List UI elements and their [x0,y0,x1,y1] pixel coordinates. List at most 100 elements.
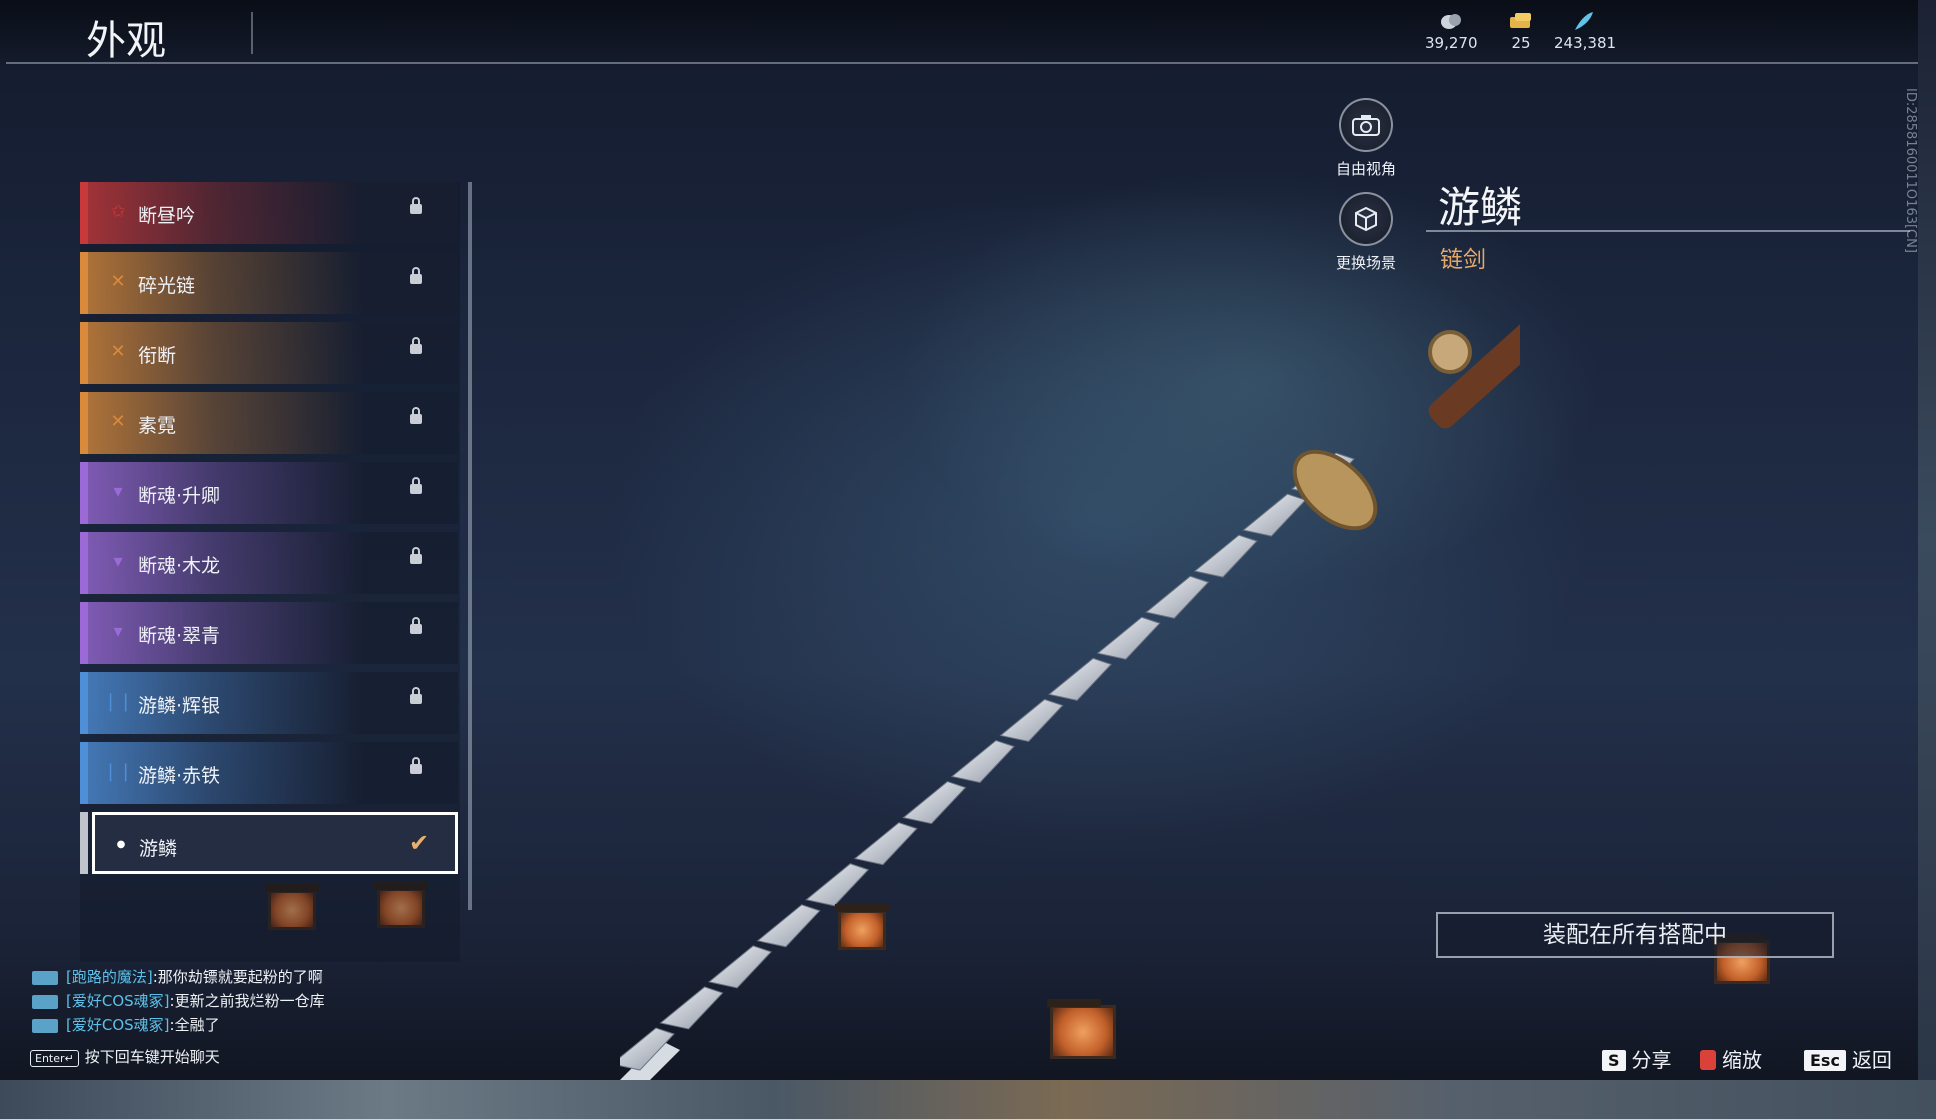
check-icon: ✔ [409,829,430,857]
zoom-hint[interactable]: 缩放 [1700,1044,1762,1073]
lock-icon [410,687,422,704]
blade-segment [999,698,1064,742]
rarity-icon: ✕ [110,270,126,292]
feather-icon [1575,12,1593,30]
skin-list: ✩ 断昼吟 ✕ 碎光链 ✕ 衔断 ✕ 素霓 ▾ 断魂·升卿 ▾ 断魂·木龙 ▾ 断魂·翠青 ❘❘ 游鳞·辉银 ❘… [80,182,472,962]
blade-segment [853,822,918,866]
back-hint[interactable]: Esc 返回 [1804,1044,1892,1073]
chat-enter-text: 按下回车键开始聊天 [84,1048,220,1066]
blade-segment [950,739,1015,784]
change-scene-button[interactable]: 更换场景 [1311,192,1421,273]
skin-label: 游鳞·赤铁 [138,765,221,787]
skin-list-item[interactable]: ✕ 素霓 [80,392,458,454]
chat-message: [爱好COS魂冢]:全融了 [32,1014,220,1035]
chat-text: :全融了 [169,1016,220,1034]
skin-label: 衔断 [138,345,177,367]
skin-label: 素霓 [138,415,177,437]
blade-segment [1096,616,1161,660]
share-key: S [1602,1050,1626,1071]
rarity-icon: ✩ [110,200,126,222]
skin-list-item[interactable]: ▾ 断魂·木龙 [80,532,458,594]
skin-list-item[interactable]: ▾ 断魂·升卿 [80,462,458,524]
skin-list-item[interactable]: ✕ 衔断 [80,322,458,384]
currency-coins: 39,270 [1425,10,1478,52]
skin-label: 游鳞 [139,838,178,860]
top-bar [0,0,1936,66]
rarity-icon: ❘❘ [102,760,134,782]
lock-icon [410,547,422,564]
camera-icon [1352,115,1380,136]
chat-message: [爱好COS魂冢]:更新之前我烂粉一仓库 [32,990,325,1011]
chain-sword-image [620,313,1520,1090]
blade-segment [1145,575,1210,619]
currency-feathers-value: 243,381 [1554,34,1617,52]
rarity-bar [80,182,88,244]
equip-all-button[interactable]: 装配在所有搭配中 [1436,912,1834,958]
skin-list-item[interactable]: ✩ 断昼吟 [80,182,458,244]
skin-label: 游鳞·辉银 [138,695,221,717]
rarity-icon: ✕ [110,410,126,432]
header-divider [6,62,1918,64]
skin-list-scrollbar[interactable] [468,182,472,910]
blade-segment [902,781,967,825]
zoom-label: 缩放 [1722,1048,1762,1072]
blade-segment [1048,657,1113,701]
blade-segment [708,945,773,989]
blade-segment [1193,534,1258,578]
rarity-bar [80,672,88,734]
chat-channel-icon [32,970,58,985]
rarity-icon: ● [116,838,126,850]
lock-icon [410,407,422,424]
mouse-icon [1700,1050,1716,1070]
esc-key: Esc [1804,1050,1846,1071]
chat-enter-hint[interactable]: Enter↵ 按下回车键开始聊天 [30,1046,220,1067]
enter-key-badge: Enter↵ [30,1050,79,1067]
free-view-button[interactable]: 自由视角 [1311,98,1421,179]
lock-icon [410,267,422,284]
skin-label: 断昼吟 [138,205,196,227]
lock-icon [410,337,422,354]
rarity-bar [80,252,88,314]
chat-user[interactable]: [爱好COS魂冢] [66,992,170,1010]
currency-feathers: 243,381 [1554,10,1617,52]
chat-channel-icon [32,1018,58,1033]
skin-list-item[interactable]: ❘❘ 游鳞·赤铁 [80,742,458,804]
rarity-icon: ▾ [113,620,123,642]
scene-background-strip [0,1080,1936,1119]
blade-segment [1242,493,1307,537]
rarity-bar [80,602,88,664]
blade-segment [805,863,870,907]
skin-list-item[interactable]: ❘❘ 游鳞·辉银 [80,672,458,734]
rarity-icon: ✕ [110,340,126,362]
free-view-label: 自由视角 [1335,160,1396,178]
lock-icon [410,757,422,774]
currency-tickets: 25 [1508,10,1534,52]
share-hint[interactable]: S 分享 [1602,1044,1672,1073]
scene-cube-icon [1355,206,1377,232]
rarity-icon: ❘❘ [102,690,134,712]
lock-icon [410,617,422,634]
blade-segment [659,986,724,1030]
skin-label: 断魂·升卿 [138,485,221,507]
rarity-bar [80,322,88,384]
blade-segment [756,904,821,948]
chat-user[interactable]: [爱好COS魂冢] [66,1016,170,1034]
scene-background-edge [1918,0,1936,1080]
lock-icon [410,197,422,214]
chat-text: :那你劫镖就要起粉的了啊 [152,968,323,986]
page-title: 外观 [86,18,166,64]
chat-message: [跑路的魔法]:那你劫镖就要起粉的了啊 [32,966,323,987]
skin-list-item[interactable]: ● 游鳞 ✔ [80,812,458,874]
share-label: 分享 [1631,1048,1672,1072]
currency-coins-value: 39,270 [1425,34,1478,52]
rarity-icon: ▾ [113,550,123,572]
coin-icon [1441,14,1462,29]
chat-text: :更新之前我烂粉一仓库 [169,992,325,1010]
skin-list-item[interactable]: ▾ 断魂·翠青 [80,602,458,664]
lantern-decoration [835,904,889,950]
ticket-icon [1510,13,1531,28]
skin-list-item[interactable]: ✕ 碎光链 [80,252,458,314]
change-scene-label: 更换场景 [1335,254,1396,272]
chat-user[interactable]: [跑路的魔法] [66,968,153,986]
lock-icon [410,477,422,494]
